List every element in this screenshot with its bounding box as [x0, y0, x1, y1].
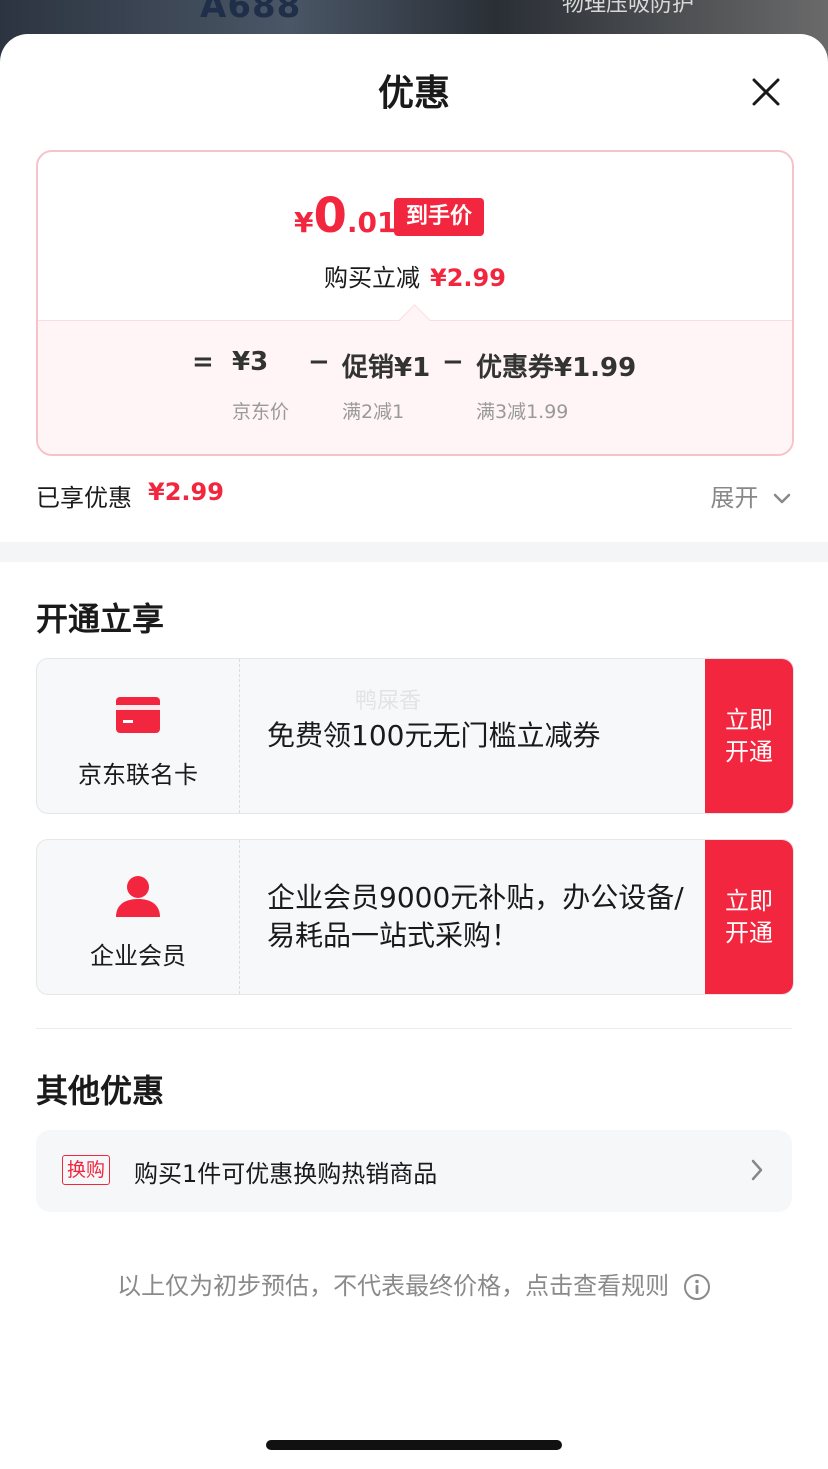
- final-price-decimal: .01: [346, 206, 397, 239]
- offer-name: 企业会员: [90, 942, 186, 970]
- activate-now-button[interactable]: 立即开通: [705, 840, 793, 994]
- offer-left-panel: 企业会员: [37, 840, 240, 994]
- background-text-left: A688: [200, 0, 302, 26]
- final-price-integer: 0: [313, 188, 347, 244]
- enjoyed-discount-label: 已享优惠: [36, 484, 132, 512]
- discount-sheet: 优惠 ¥0.01 到手价 购买立减 ¥2.99 = ¥3 京东价 − 促销¥1: [0, 34, 828, 1469]
- user-icon: [116, 876, 160, 917]
- price-breakdown-card: ¥0.01 到手价 购买立减 ¥2.99 = ¥3 京东价 − 促销¥1 满2减1…: [36, 150, 794, 456]
- instant-reduce-label: 购买立减: [324, 264, 421, 292]
- activate-now-label: 立即开通: [725, 887, 773, 947]
- coupon-discount: 优惠券¥1.99: [476, 353, 637, 383]
- enjoyed-discount-row: 已享优惠 ¥2.99 展开: [36, 474, 792, 514]
- enterprise-member-offer[interactable]: 企业会员 企业会员9000元补贴，办公设备/易耗品一站式采购！ 立即开通: [36, 839, 794, 995]
- jd-price-label: 京东价: [232, 401, 290, 423]
- offer-name: 京东联名卡: [78, 761, 198, 789]
- instant-reduce-amount: ¥2.99: [430, 264, 506, 292]
- offer-left-panel: 京东联名卡: [37, 659, 240, 813]
- activate-now-button[interactable]: 立即开通: [705, 659, 793, 813]
- formula-minus-2: −: [442, 347, 464, 377]
- activate-now-label: 立即开通: [725, 706, 773, 766]
- close-button[interactable]: [744, 70, 788, 114]
- formula-equals: =: [192, 347, 214, 377]
- jd-cobrand-card-offer[interactable]: 京东联名卡 鸭屎香 免费领100元无门槛立减券 立即开通: [36, 658, 794, 814]
- expand-label: 展开: [710, 484, 759, 512]
- exchange-tag: 换购: [62, 1155, 111, 1185]
- formula-minus-1: −: [308, 347, 330, 377]
- jd-price: ¥3: [232, 347, 269, 377]
- offer-description: 免费领100元无门槛立减券: [267, 719, 601, 752]
- home-indicator: [266, 1440, 562, 1450]
- chevron-right-icon: [751, 1159, 763, 1181]
- open-section-title: 开通立享: [36, 600, 165, 638]
- sheet-title: 优惠: [377, 73, 450, 114]
- promo-discount: 促销¥1: [342, 353, 431, 383]
- final-price: ¥0.01: [294, 188, 397, 244]
- card-icon: [116, 697, 160, 733]
- enjoyed-discount-amount: ¥2.99: [148, 478, 224, 506]
- background-text-right: 物理压吸防护: [562, 0, 695, 17]
- exchange-purchase-row[interactable]: 换购 购买1件可优惠换购热销商品: [36, 1130, 792, 1212]
- promo-note: 满2减1: [342, 401, 405, 423]
- exchange-text: 购买1件可优惠换购热销商品: [134, 1160, 438, 1188]
- final-price-tag: 到手价: [394, 198, 485, 236]
- price-formula-panel: = ¥3 京东价 − 促销¥1 满2减1 − 优惠券¥1.99 满3减1.99: [38, 304, 792, 454]
- price-formula: = ¥3 京东价 − 促销¥1 满2减1 − 优惠券¥1.99 满3减1.99: [38, 321, 792, 454]
- price-top: ¥0.01 到手价 购买立减 ¥2.99: [38, 152, 792, 320]
- thin-divider: [36, 1028, 792, 1029]
- footnote-text: 以上仅为初步预估，不代表最终价格，点击查看规则: [117, 1272, 670, 1300]
- rules-footnote[interactable]: 以上仅为初步预估，不代表最终价格，点击查看规则: [0, 1266, 828, 1301]
- section-divider: [0, 542, 828, 562]
- offer-description: 企业会员9000元补贴，办公设备/易耗品一站式采购！: [267, 881, 684, 952]
- currency-symbol: ¥: [294, 206, 314, 239]
- info-icon: [683, 1274, 710, 1300]
- coupon-note: 满3减1.99: [476, 401, 569, 423]
- expand-button[interactable]: 展开: [710, 478, 792, 513]
- other-section-title: 其他优惠: [36, 1072, 165, 1110]
- chevron-down-icon: [773, 493, 791, 504]
- close-icon: [752, 78, 780, 106]
- instant-reduce-line: 购买立减 ¥2.99: [38, 258, 792, 293]
